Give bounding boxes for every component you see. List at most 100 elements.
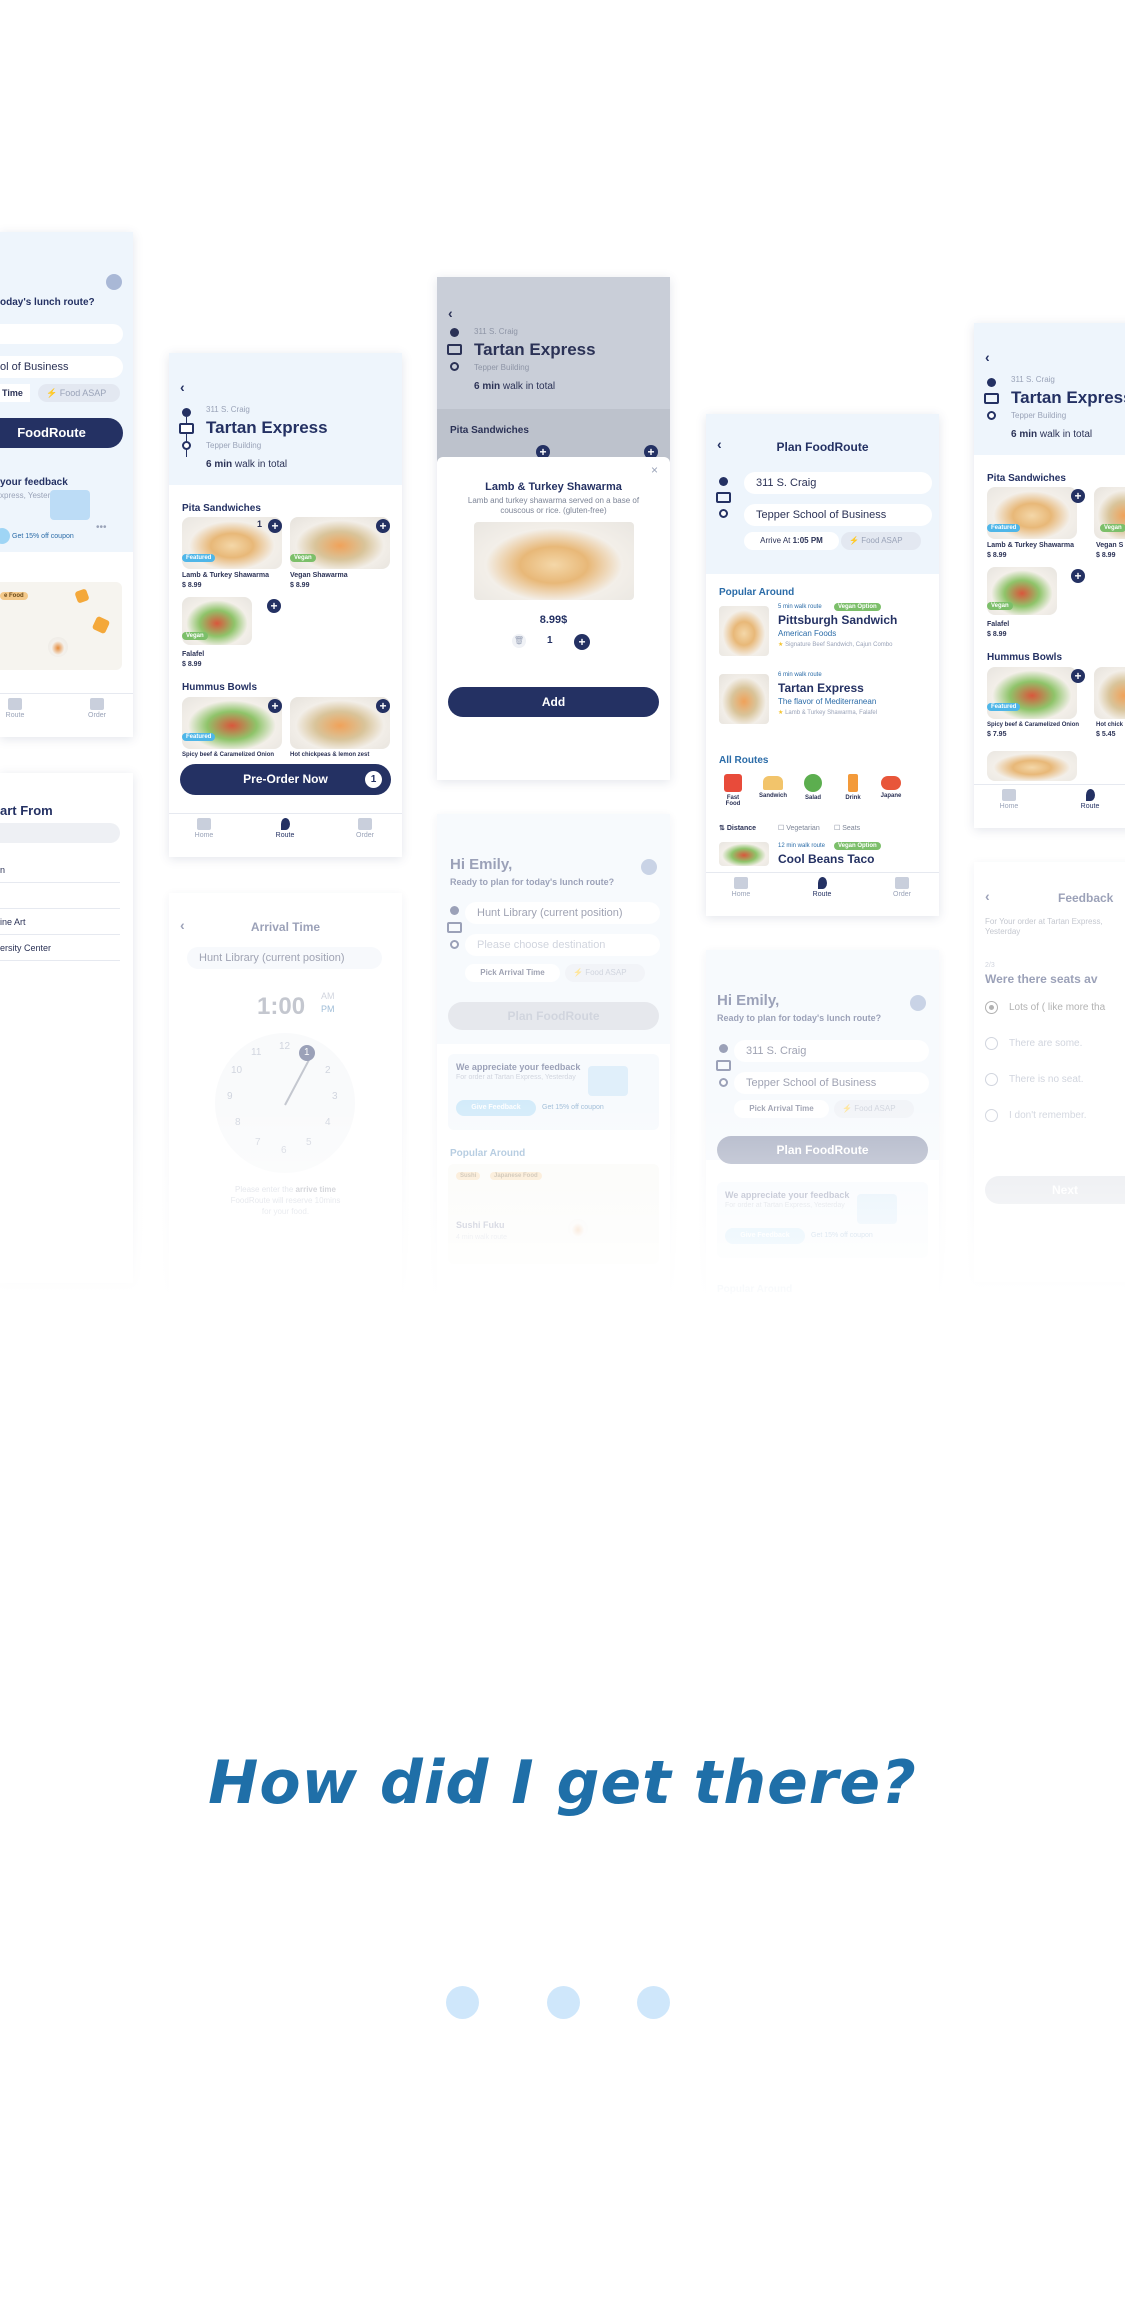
vegan-tag: Vegan bbox=[987, 602, 1013, 610]
origin-field[interactable]: 311 S. Craig bbox=[744, 472, 932, 494]
back-icon[interactable]: ‹ bbox=[180, 379, 185, 395]
tab-food-asap[interactable]: ⚡ Food ASAP bbox=[841, 532, 921, 550]
add-item-button[interactable]: + bbox=[267, 599, 281, 613]
origin-dot-icon bbox=[719, 1044, 728, 1053]
add-item-button[interactable]: + bbox=[1071, 569, 1085, 583]
clock-number: 3 bbox=[332, 1091, 338, 1102]
food-tag: e Food bbox=[0, 592, 28, 600]
clock-face[interactable]: 12 1 2 3 4 5 6 7 8 9 10 11 bbox=[215, 1033, 355, 1173]
avatar[interactable] bbox=[106, 274, 122, 290]
category-japanese[interactable]: Japane bbox=[874, 774, 908, 799]
tab-order[interactable]: Order bbox=[335, 818, 395, 839]
avatar[interactable] bbox=[641, 859, 657, 875]
close-icon[interactable]: × bbox=[651, 463, 658, 477]
destination-field[interactable]: Tepper School of Business bbox=[734, 1072, 929, 1094]
destination-field[interactable]: Please choose destination bbox=[465, 934, 660, 956]
tab-home[interactable]: Home bbox=[979, 789, 1039, 810]
distance-sort[interactable]: ⇅ Distance bbox=[719, 824, 756, 832]
asap-label: Food ASAP bbox=[854, 1104, 896, 1113]
popular-card[interactable]: Sushi Japanese Food Sushi Fuku 4 min wal… bbox=[448, 1164, 659, 1264]
feedback-card[interactable]: We appreciate your feedback For order at… bbox=[717, 1182, 928, 1258]
menu-item-image[interactable] bbox=[290, 697, 390, 749]
clock-number: 1 bbox=[304, 1047, 310, 1058]
add-item-button[interactable]: + bbox=[1071, 489, 1085, 503]
plan-foodroute-button[interactable]: Plan FoodRoute bbox=[448, 1002, 659, 1030]
increment-button[interactable]: + bbox=[574, 634, 590, 650]
feedback-card[interactable]: We appreciate your feedback For order at… bbox=[448, 1054, 659, 1130]
tab-food-asap[interactable]: ⚡ Food ASAP bbox=[565, 964, 645, 982]
list-item[interactable]: n bbox=[0, 857, 120, 883]
category-fast-food[interactable]: Fast Food bbox=[719, 774, 747, 807]
tab-order[interactable]: Order bbox=[872, 877, 932, 898]
avatar[interactable] bbox=[910, 995, 926, 1011]
list-item[interactable] bbox=[0, 883, 120, 909]
category-sandwich[interactable]: Sandwich bbox=[758, 774, 788, 799]
give-feedback-button[interactable]: Give Feedback bbox=[725, 1228, 805, 1244]
option-radio[interactable] bbox=[985, 1037, 998, 1050]
vegan-tag: Vegan bbox=[290, 554, 316, 562]
back-icon[interactable]: ‹ bbox=[448, 305, 453, 321]
origin-field[interactable]: Hunt Library (current position) bbox=[465, 902, 660, 924]
give-feedback-button[interactable]: Give Feedback bbox=[456, 1100, 536, 1116]
add-to-cart-button[interactable]: Add bbox=[448, 687, 659, 717]
tab-pick-arrival[interactable]: Pick Arrival Time bbox=[465, 964, 560, 982]
next-button[interactable]: Next bbox=[985, 1176, 1125, 1204]
vegetarian-checkbox[interactable]: ☐ Vegetarian bbox=[778, 824, 820, 832]
add-item-button[interactable]: + bbox=[268, 699, 282, 713]
tab-pick-arrival[interactable]: Pick Arrival Time bbox=[734, 1100, 829, 1118]
section-pita: Pita Sandwiches bbox=[450, 425, 529, 436]
list-item[interactable]: ine Art bbox=[0, 909, 120, 935]
walk-suffix: walk in total bbox=[234, 459, 288, 470]
progress-dot[interactable] bbox=[547, 1986, 580, 2019]
tab-food-asap[interactable]: ⚡ Food ASAP bbox=[834, 1100, 914, 1118]
option-radio[interactable] bbox=[985, 1001, 998, 1014]
add-item-button[interactable]: + bbox=[1071, 669, 1085, 683]
menu-item-image[interactable] bbox=[987, 667, 1077, 719]
list-item[interactable]: ersity Center bbox=[0, 935, 120, 961]
tab-home[interactable]: Home bbox=[174, 818, 234, 839]
tab-route[interactable]: Route bbox=[792, 877, 852, 898]
origin-field[interactable]: 311 S. Craig bbox=[734, 1040, 929, 1062]
seats-checkbox[interactable]: ☐ Seats bbox=[834, 824, 860, 832]
progress-dot[interactable] bbox=[446, 1986, 479, 2019]
preorder-button[interactable]: Pre-Order Now bbox=[180, 764, 391, 795]
restaurant-name: Tartan Express bbox=[206, 418, 328, 437]
category-drink[interactable]: Drink bbox=[838, 774, 868, 801]
section-headline: How did I get there? bbox=[208, 1748, 917, 1818]
plan-foodroute-button[interactable]: Plan FoodRoute bbox=[717, 1136, 928, 1164]
option-radio[interactable] bbox=[985, 1109, 998, 1122]
result-card[interactable]: 6 min walk route Tartan Express The flav… bbox=[706, 670, 939, 732]
back-icon[interactable]: ‹ bbox=[985, 349, 990, 365]
pm-toggle[interactable]: PM bbox=[321, 1004, 335, 1014]
tab-route[interactable]: Route bbox=[1060, 789, 1120, 810]
search-input[interactable] bbox=[0, 823, 120, 843]
trash-icon[interactable]: 🗑 bbox=[512, 634, 526, 648]
tab-home[interactable]: Home bbox=[711, 877, 771, 898]
tab-route[interactable]: Route bbox=[255, 818, 315, 839]
tab-order[interactable]: Order bbox=[67, 698, 127, 719]
tab-route[interactable]: Route bbox=[0, 698, 45, 719]
menu-item-image[interactable] bbox=[182, 697, 282, 749]
origin-field[interactable] bbox=[0, 324, 123, 344]
option-radio[interactable] bbox=[985, 1073, 998, 1086]
destination-field[interactable]: Tepper School of Business bbox=[744, 504, 932, 526]
add-item-button[interactable]: + bbox=[268, 519, 282, 533]
back-icon[interactable]: ‹ bbox=[985, 888, 990, 904]
tab-pick-time[interactable]: Time bbox=[0, 384, 30, 402]
progress-dot[interactable] bbox=[637, 1986, 670, 2019]
destination-field[interactable]: ol of Business bbox=[0, 356, 123, 378]
result-card[interactable]: 5 min walk route Vegan Option Pittsburgh… bbox=[706, 602, 939, 664]
category-salad[interactable]: Salad bbox=[798, 774, 828, 801]
tab-home-label: Home bbox=[999, 803, 1019, 810]
menu-item-image[interactable] bbox=[1094, 667, 1125, 719]
tab-food-asap[interactable]: ⚡ Food ASAP bbox=[38, 384, 120, 402]
location-field[interactable]: Hunt Library (current position) bbox=[187, 947, 382, 969]
add-item-button[interactable]: + bbox=[376, 699, 390, 713]
clock-number: 8 bbox=[235, 1117, 241, 1128]
star-icon: ★ bbox=[778, 710, 784, 716]
tab-arrive-at[interactable]: Arrive At 1:05 PM bbox=[744, 532, 839, 550]
plan-foodroute-button[interactable]: FoodRoute bbox=[0, 418, 123, 448]
am-toggle[interactable]: AM bbox=[321, 991, 335, 1001]
add-item-button[interactable]: + bbox=[376, 519, 390, 533]
menu-item-image[interactable] bbox=[987, 751, 1077, 781]
